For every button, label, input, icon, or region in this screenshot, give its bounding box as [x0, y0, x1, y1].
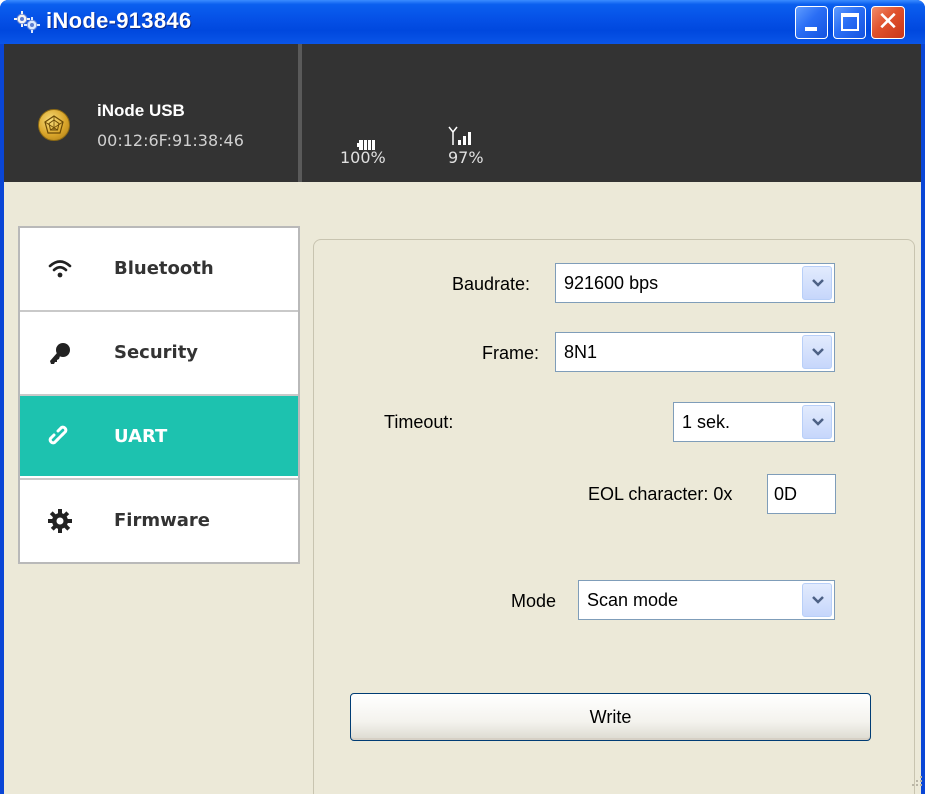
eol-label: EOL character: 0x	[588, 484, 733, 504]
key-icon	[48, 341, 72, 365]
sidebar-item-security[interactable]: Security	[20, 310, 298, 392]
sidebar: Bluetooth Security UART Firmware	[18, 226, 300, 564]
timeout-label: Timeout:	[384, 412, 454, 432]
minimize-button[interactable]	[795, 6, 828, 39]
chevron-down-icon[interactable]	[802, 405, 832, 439]
wifi-icon	[48, 257, 72, 281]
close-button[interactable]: ✕	[871, 6, 905, 39]
signal-level: 97%	[448, 148, 484, 167]
sidebar-item-bluetooth[interactable]: Bluetooth	[20, 228, 298, 310]
sidebar-item-label: Security	[114, 342, 199, 363]
baudrate-select[interactable]: 921600 bps	[555, 263, 835, 303]
header-divider	[298, 44, 302, 182]
write-button[interactable]: Write	[350, 693, 871, 741]
frame-select[interactable]: 8N1	[555, 332, 835, 372]
title-bar[interactable]: iNode-913846 ✕	[0, 0, 925, 44]
device-mac: 00:12:6F:91:38:46	[97, 131, 244, 150]
chevron-down-icon[interactable]	[802, 335, 832, 369]
device-header: iNode USB 00:12:6F:91:38:46 100% 97%	[4, 44, 921, 182]
device-logo-icon	[38, 109, 70, 141]
timeout-value: 1 sek.	[682, 412, 731, 432]
window-title: iNode-913846	[46, 8, 192, 33]
close-icon: ✕	[877, 7, 899, 37]
resize-grip-icon[interactable]	[911, 774, 923, 792]
mode-label: Mode	[511, 591, 557, 611]
battery-level: 100%	[340, 148, 386, 167]
mode-select[interactable]: Scan mode	[578, 580, 835, 620]
eol-input[interactable]	[768, 475, 835, 513]
sidebar-item-uart[interactable]: UART	[20, 394, 298, 476]
maximize-button[interactable]	[833, 6, 866, 39]
baudrate-label: Baudrate:	[452, 274, 531, 294]
gear-icon	[48, 509, 72, 533]
sidebar-item-label: Bluetooth	[114, 258, 214, 279]
minimize-icon	[805, 27, 817, 31]
chevron-down-icon[interactable]	[802, 583, 832, 617]
mode-value: Scan mode	[587, 590, 679, 610]
baudrate-value: 921600 bps	[564, 273, 659, 293]
maximize-icon	[841, 13, 859, 31]
gears-icon	[14, 11, 40, 33]
app-window: iNode-913846 ✕ iNode USB 00:12:6F:91:38:…	[0, 0, 925, 794]
eol-field[interactable]	[767, 474, 836, 514]
sidebar-item-label: UART	[114, 426, 168, 447]
device-name: iNode USB	[97, 101, 185, 120]
timeout-select[interactable]: 1 sek.	[673, 402, 835, 442]
chevron-down-icon[interactable]	[802, 266, 832, 300]
sidebar-item-label: Firmware	[114, 510, 210, 531]
frame-value: 8N1	[564, 342, 598, 362]
frame-label: Frame:	[482, 343, 540, 363]
sidebar-item-firmware[interactable]: Firmware	[20, 478, 298, 560]
link-icon	[48, 425, 72, 449]
